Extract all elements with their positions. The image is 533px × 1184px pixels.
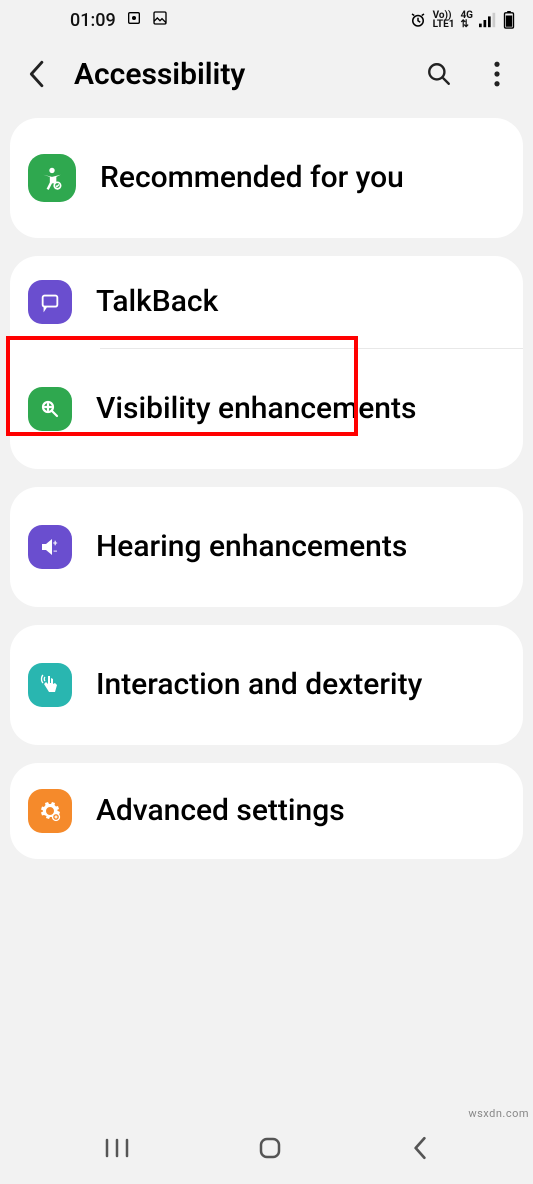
clock-icon [126, 10, 142, 31]
signal-icon [479, 12, 497, 28]
search-button[interactable] [419, 54, 459, 94]
page-title: Accessibility [74, 57, 401, 92]
card-advanced: Advanced settings [10, 763, 523, 859]
svg-text:−: − [53, 547, 57, 556]
item-label: Advanced settings [96, 792, 345, 830]
visibility-icon [28, 387, 72, 431]
accessibility-icon [28, 154, 76, 202]
hearing-icon: +− [28, 525, 72, 569]
advanced-icon [28, 789, 72, 833]
item-advanced[interactable]: Advanced settings [10, 763, 523, 859]
item-hearing[interactable]: +− Hearing enhancements [10, 487, 523, 607]
volte-label: Vo)) LTE1 [433, 11, 455, 29]
nav-recents[interactable] [103, 1135, 131, 1165]
clock: 01:09 [70, 10, 116, 31]
status-bar: 01:09 Vo)) LTE1 4G ⇅ [0, 0, 533, 40]
status-right: Vo)) LTE1 4G ⇅ [409, 11, 515, 29]
item-label: Interaction and dexterity [96, 666, 422, 704]
nav-back[interactable] [409, 1135, 431, 1165]
item-visibility[interactable]: Visibility enhancements [10, 349, 523, 469]
4g-label: 4G ⇅ [460, 11, 473, 29]
item-recommended[interactable]: Recommended for you [10, 118, 523, 238]
card-interaction: Interaction and dexterity [10, 625, 523, 745]
app-bar: Accessibility [0, 40, 533, 118]
watermark: wsxdn.com [468, 1107, 529, 1120]
battery-icon [503, 11, 515, 29]
alarm-icon [409, 11, 427, 29]
image-icon [152, 10, 168, 31]
navigation-bar [0, 1122, 533, 1184]
item-label: Hearing enhancements [96, 528, 407, 566]
item-label: TalkBack [96, 283, 218, 321]
item-interaction[interactable]: Interaction and dexterity [10, 625, 523, 745]
more-button[interactable] [477, 54, 517, 94]
nav-home[interactable] [256, 1134, 284, 1166]
back-button[interactable] [16, 54, 56, 94]
item-label: Recommended for you [100, 159, 404, 197]
card-hearing: +− Hearing enhancements [10, 487, 523, 607]
status-left: 01:09 [70, 10, 168, 31]
interaction-icon [28, 663, 72, 707]
item-label: Visibility enhancements [96, 390, 416, 428]
settings-list: Recommended for you TalkBack Visibility … [0, 118, 533, 859]
card-recommended: Recommended for you [10, 118, 523, 238]
item-talkback[interactable]: TalkBack [10, 256, 523, 348]
talkback-icon [28, 280, 72, 324]
card-talkback-visibility: TalkBack Visibility enhancements [10, 256, 523, 469]
